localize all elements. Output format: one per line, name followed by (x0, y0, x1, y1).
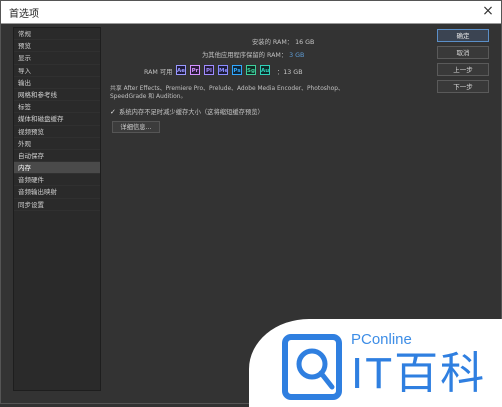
details-button[interactable]: 详细信息... (112, 121, 160, 133)
reduce-cache-label: 系统内存不足时减少缓存大小（这将缩短缓存预览） (119, 109, 264, 116)
installed-ram-row: 安装的 RAM： 16 GB (252, 37, 314, 46)
reserved-ram-label: 为其他应用程序保留的 RAM： (202, 52, 288, 59)
available-ram-value-row: ：13 GB (277, 67, 303, 76)
speedgrade-icon: Sg (246, 65, 256, 75)
sidebar-item-import[interactable]: 导入 (14, 65, 100, 77)
dialog-title: 首选项 (9, 9, 39, 20)
installed-ram-value: 16 GB (295, 39, 315, 46)
available-ram-label-row: RAM 可用 (144, 67, 172, 76)
prelude-icon: Pl (204, 65, 214, 75)
sidebar-item-audio-output-mapping[interactable]: 音频输出映射 (14, 186, 100, 199)
sidebar-item-auto-save[interactable]: 自动保存 (14, 150, 100, 163)
sidebar-item-video-preview[interactable]: 视频预览 (14, 126, 100, 138)
ok-button[interactable]: 确定 (437, 29, 489, 42)
sidebar-item-memory[interactable]: 内存 (14, 162, 100, 175)
sidebar-item-labels[interactable]: 标签 (14, 101, 100, 114)
cancel-button[interactable]: 取消 (437, 46, 489, 59)
sidebar-item-preview[interactable]: 预览 (14, 40, 100, 53)
reserved-ram-row: 为其他应用程序保留的 RAM： 3 GB (202, 50, 304, 59)
installed-ram-label: 安装的 RAM： (252, 39, 294, 46)
pconline-logo-icon (282, 334, 342, 400)
app-icons-row: Ae Pr Pl Me Ps Sg Au (176, 65, 274, 75)
preferences-dialog: 首选项 × 常规 预览 显示 导入 输出 网格和参考线 标签 媒体和磁盘缓存 视… (0, 0, 502, 407)
available-ram-value: ：13 GB (277, 69, 303, 76)
photoshop-icon: Ps (232, 65, 242, 75)
title-bar: 首选项 × (1, 1, 501, 24)
sidebar-item-sync-settings[interactable]: 同步设置 (14, 199, 100, 211)
sidebar-item-output[interactable]: 输出 (14, 77, 100, 89)
sidebar-item-grids-guides[interactable]: 网格和参考线 (14, 89, 100, 102)
sidebar-item-appearance[interactable]: 外观 (14, 138, 100, 150)
watermark-brand: PConline (351, 331, 412, 348)
sidebar-item-general[interactable]: 常规 (14, 28, 100, 41)
premiere-icon: Pr (190, 65, 200, 75)
shared-apps-note: 共享 After Effects、Premiere Pro、Prelude、Ad… (110, 86, 344, 100)
after-effects-icon: Ae (176, 65, 186, 75)
next-button[interactable]: 下一步 (437, 80, 489, 93)
preferences-category-list: 常规 预览 显示 导入 输出 网格和参考线 标签 媒体和磁盘缓存 视频预览 外观… (13, 27, 101, 391)
available-ram-label: RAM 可用 (144, 69, 173, 76)
previous-button[interactable]: 上一步 (437, 63, 489, 76)
sidebar-item-media-disk-cache[interactable]: 媒体和磁盘缓存 (14, 113, 100, 126)
reduce-cache-option[interactable]: ✓ 系统内存不足时减少缓存大小（这将缩短缓存预览） (110, 107, 264, 116)
watermark-title: IT百科 (351, 349, 487, 398)
close-button[interactable]: × (479, 3, 497, 19)
sidebar-item-display[interactable]: 显示 (14, 52, 100, 65)
media-encoder-icon: Me (218, 65, 228, 75)
sidebar-item-audio-hardware[interactable]: 音频硬件 (14, 174, 100, 187)
reduce-cache-checkbox[interactable]: ✓ (110, 108, 117, 116)
reserved-ram-value[interactable]: 3 GB (289, 52, 304, 59)
audition-icon: Au (260, 65, 270, 75)
